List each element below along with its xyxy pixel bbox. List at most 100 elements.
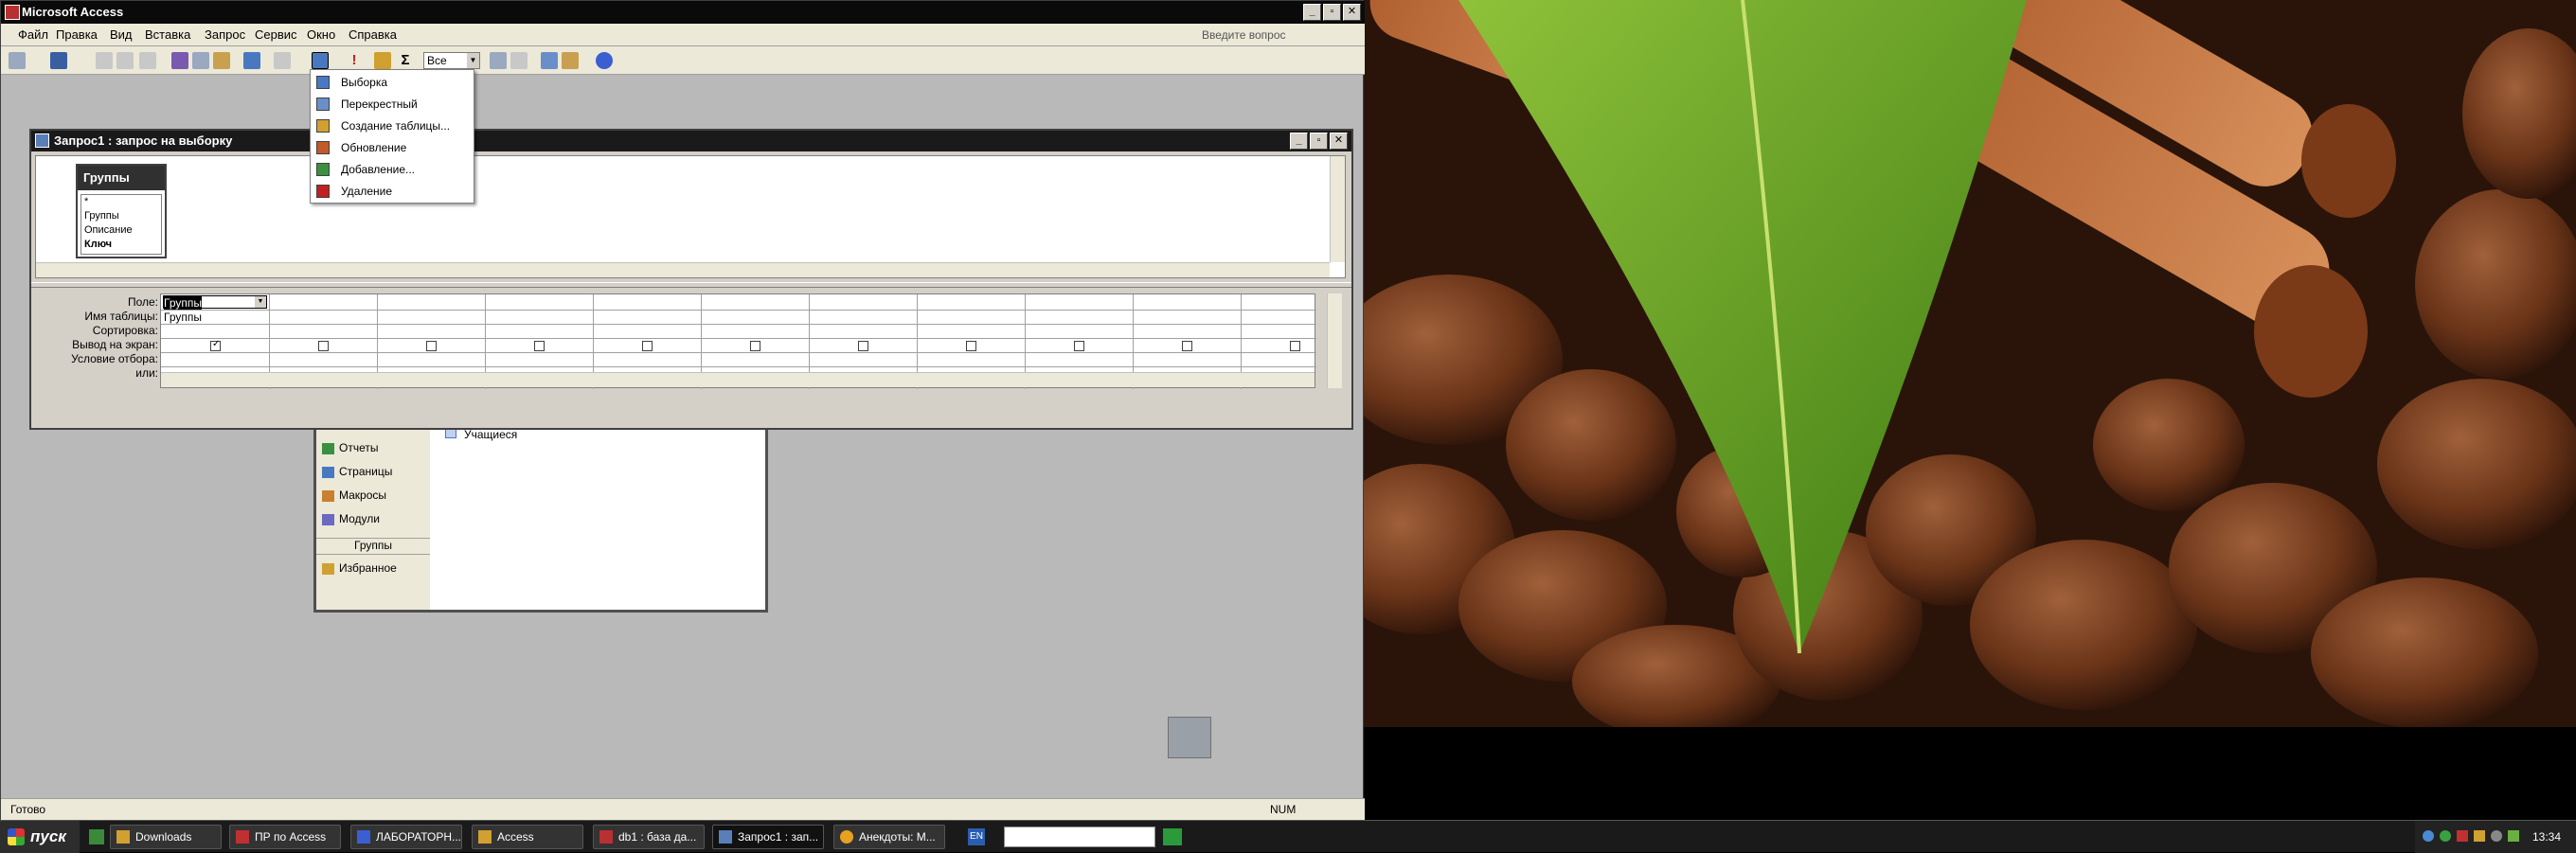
chevron-down-icon[interactable]: ▼ bbox=[255, 296, 266, 308]
help-icon[interactable] bbox=[596, 52, 613, 69]
security-icon[interactable] bbox=[2457, 830, 2468, 842]
show-checkbox-2[interactable] bbox=[318, 341, 329, 351]
field-description[interactable]: Описание bbox=[81, 223, 161, 238]
antivirus-icon[interactable] bbox=[2440, 830, 2451, 842]
task-anekdoty[interactable]: Анекдоты: М... bbox=[833, 825, 945, 849]
redo-icon[interactable] bbox=[274, 52, 291, 69]
task-query1[interactable]: Запрос1 : зап... bbox=[712, 825, 824, 849]
language-indicator[interactable]: EN bbox=[968, 828, 985, 845]
table-pane-vscroll[interactable] bbox=[1330, 156, 1345, 262]
nvidia-icon[interactable] bbox=[2508, 830, 2519, 842]
show-checkbox-11[interactable] bbox=[1290, 341, 1300, 351]
totals-icon[interactable]: Σ bbox=[397, 52, 414, 69]
spell-icon[interactable] bbox=[139, 52, 156, 69]
quick-launch-icon[interactable] bbox=[89, 829, 104, 844]
field-groups[interactable]: Группы bbox=[81, 209, 161, 223]
object-item-students[interactable]: Учащиеся bbox=[445, 428, 517, 441]
build-icon[interactable] bbox=[510, 52, 528, 69]
menu-item-delete-query[interactable]: Удаление bbox=[311, 181, 474, 202]
close-button[interactable]: ✕ bbox=[1343, 4, 1361, 21]
top-values-combo[interactable]: Все ▼ bbox=[423, 52, 480, 69]
show-checkbox-4[interactable] bbox=[534, 341, 545, 351]
menu-item-update-query[interactable]: Обновление bbox=[311, 137, 474, 158]
menu-tools[interactable]: Сервис bbox=[255, 27, 297, 42]
table-cell-1[interactable]: Группы bbox=[164, 311, 202, 325]
run-icon[interactable]: ! bbox=[346, 52, 363, 69]
undo-icon[interactable] bbox=[243, 52, 260, 69]
copy-icon[interactable] bbox=[192, 52, 209, 69]
query-close-button[interactable]: ✕ bbox=[1330, 133, 1348, 150]
window-title: Microsoft Access bbox=[22, 5, 124, 19]
database-window-icon[interactable] bbox=[541, 52, 558, 69]
new-object-icon[interactable] bbox=[562, 52, 579, 69]
query-minimize-button[interactable]: _ bbox=[1290, 133, 1308, 150]
show-checkbox-6[interactable] bbox=[750, 341, 760, 351]
show-checkbox-10[interactable] bbox=[1182, 341, 1192, 351]
show-checkbox-1[interactable] bbox=[210, 339, 221, 351]
menu-item-label: Создание таблицы... bbox=[341, 119, 451, 133]
task-pr-access[interactable]: ПР по Access bbox=[229, 825, 341, 849]
network-icon[interactable] bbox=[2423, 830, 2434, 842]
objects-item-pages[interactable]: Страницы bbox=[322, 465, 392, 478]
cut-icon[interactable] bbox=[171, 52, 188, 69]
menu-item-label: Выборка bbox=[341, 76, 388, 89]
menu-help[interactable]: Справка bbox=[349, 27, 397, 42]
objects-item-favorites[interactable]: Избранное bbox=[322, 561, 397, 575]
query-maximize-button[interactable]: ▫ bbox=[1310, 133, 1328, 150]
show-checkbox-9[interactable] bbox=[1074, 341, 1084, 351]
show-checkbox-8[interactable] bbox=[966, 341, 976, 351]
volume-icon[interactable] bbox=[2491, 830, 2502, 842]
menu-window[interactable]: Окно bbox=[307, 27, 335, 42]
menu-insert[interactable]: Вставка bbox=[145, 27, 190, 42]
objects-item-macros[interactable]: Макросы bbox=[322, 489, 386, 502]
task-db1[interactable]: db1 : база да... bbox=[593, 825, 705, 849]
field-cell-1[interactable]: Группы ▼ bbox=[163, 295, 267, 310]
save-icon[interactable] bbox=[50, 52, 67, 69]
show-checkbox-7[interactable] bbox=[858, 341, 868, 351]
menu-item-append-query[interactable]: Добавление... bbox=[311, 159, 474, 180]
view-icon[interactable] bbox=[9, 52, 26, 69]
show-checkbox-5[interactable] bbox=[642, 341, 653, 351]
paste-icon[interactable] bbox=[213, 52, 230, 69]
show-table-icon[interactable] bbox=[374, 52, 391, 69]
grid-hscroll[interactable] bbox=[161, 372, 1315, 387]
minimize-button[interactable]: _ bbox=[1303, 4, 1321, 21]
field-star[interactable]: * bbox=[81, 195, 161, 209]
menu-file[interactable]: Файл bbox=[18, 27, 48, 42]
menu-query[interactable]: Запрос bbox=[205, 27, 245, 42]
start-button[interactable]: пуск bbox=[0, 821, 80, 853]
menu-item-make-table-query[interactable]: Создание таблицы... bbox=[311, 116, 474, 136]
ask-question-input[interactable]: Введите вопрос bbox=[1202, 27, 1353, 44]
task-access[interactable]: Access bbox=[472, 825, 583, 849]
properties-icon[interactable] bbox=[490, 52, 507, 69]
menu-view[interactable]: Вид bbox=[110, 27, 133, 42]
task-downloads[interactable]: Downloads bbox=[110, 825, 222, 849]
menu-item-crosstab-query[interactable]: Перекрестный bbox=[311, 94, 474, 115]
menu-item-select-query[interactable]: Выборка bbox=[311, 72, 474, 93]
title-bar[interactable]: Microsoft Access _ ▫ ✕ bbox=[1, 1, 1365, 24]
task-lab[interactable]: ЛАБОРАТОРН... bbox=[350, 825, 462, 849]
update-query-icon bbox=[316, 141, 330, 154]
update-icon[interactable] bbox=[2474, 830, 2485, 842]
show-checkbox-3[interactable] bbox=[426, 341, 437, 351]
menu-edit[interactable]: Правка bbox=[56, 27, 98, 42]
grid-vscroll[interactable] bbox=[1327, 293, 1342, 388]
query-title-bar[interactable]: Запрос1 : запрос на выборку _ ▫ ✕ bbox=[31, 131, 1351, 151]
maximize-button[interactable]: ▫ bbox=[1323, 4, 1341, 21]
table-pane-hscroll[interactable] bbox=[36, 262, 1330, 277]
field-key[interactable]: Ключ bbox=[81, 238, 161, 252]
taskbar-search[interactable] bbox=[1004, 826, 1155, 847]
objects-item-reports[interactable]: Отчеты bbox=[322, 441, 378, 454]
objects-item-modules[interactable]: Модули bbox=[322, 512, 380, 525]
preview-icon[interactable] bbox=[116, 52, 134, 69]
pane-splitter[interactable] bbox=[31, 282, 1351, 288]
status-bar: Готово NUM bbox=[1, 798, 1365, 821]
field-list-groups[interactable]: Группы * Группы Описание Ключ bbox=[76, 164, 167, 258]
clock[interactable]: 13:34 bbox=[2532, 821, 2561, 853]
go-arrow-icon[interactable] bbox=[1163, 828, 1182, 845]
query-type-icon[interactable] bbox=[312, 52, 329, 69]
groups-header[interactable]: Группы bbox=[316, 538, 430, 555]
office-assistant-icon[interactable] bbox=[1168, 717, 1211, 758]
object-label: Учащиеся bbox=[464, 428, 518, 441]
print-icon[interactable] bbox=[96, 52, 113, 69]
